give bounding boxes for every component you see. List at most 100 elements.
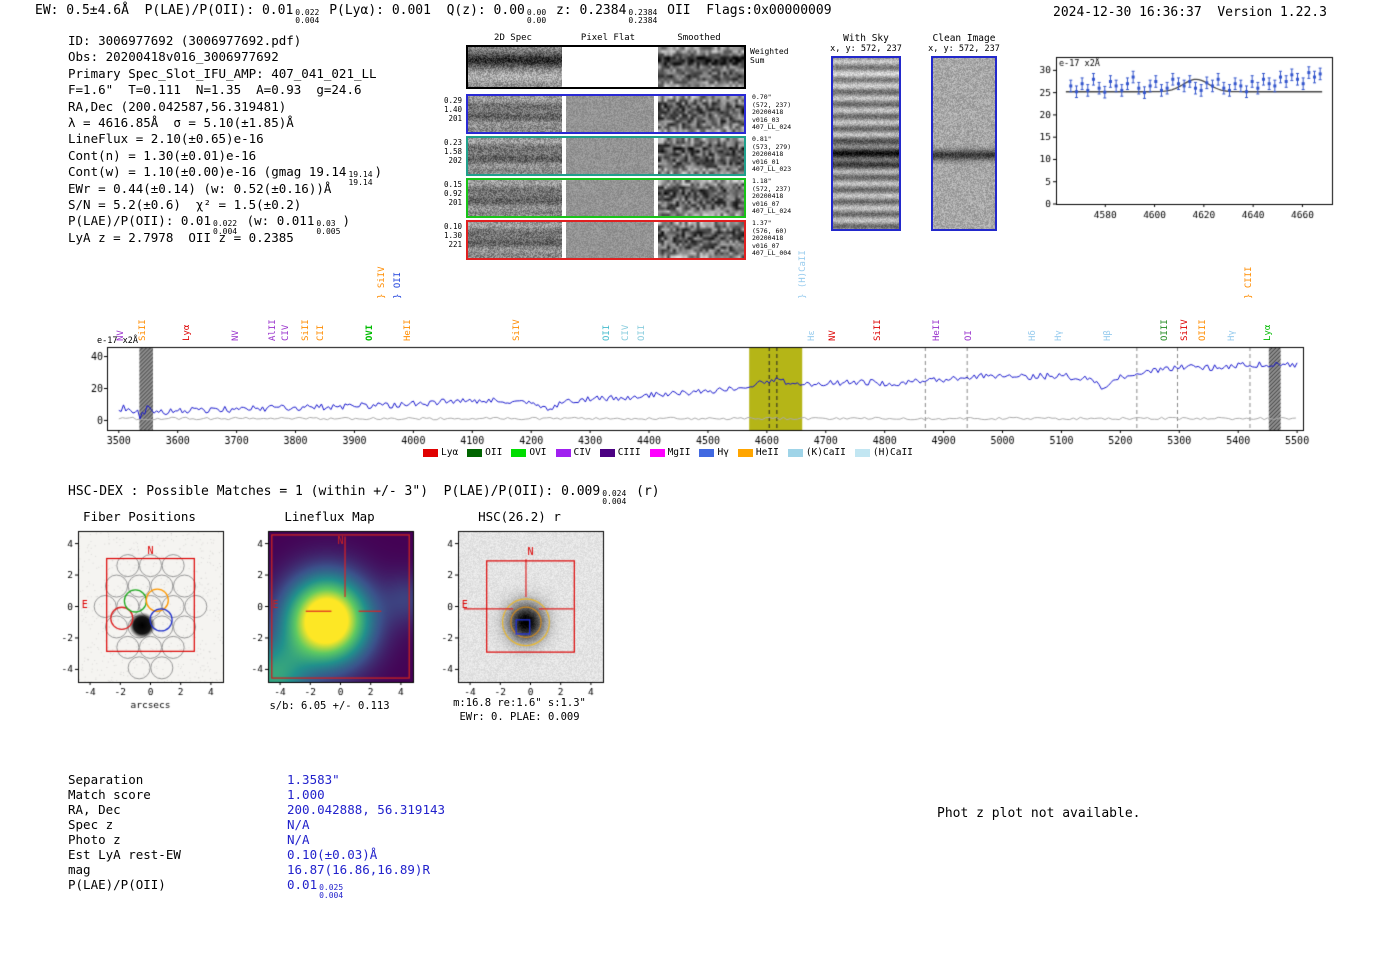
spec2d-image [566,180,654,216]
row-weight-labels: 0.231.58202 [434,138,462,165]
emission-line-label: OIII [1198,319,1208,341]
info-line: S/N = 5.2(±0.6) χ² = 1.5(±0.2) [68,197,382,213]
clean-image-coords: x, y: 572, 237 [928,44,1000,54]
emission-line-label: } CIII [1244,266,1254,299]
emission-line-label: } (H)CaII [798,250,808,299]
emission-line-label: OII [602,325,612,341]
text-segment: N/A [287,817,310,832]
match-field-label: Match score [68,787,287,802]
emission-line-labels: NVSiIILyαNVAlIICIVSiIICIIOVI} SiIV} OIIH… [85,255,1315,343]
match-field-label: P(LAE)/P(OII) [68,877,287,892]
fiber-positions-plot [52,526,227,714]
text-segment: P(Lyα): 0.001 Q(z): 0.00 [321,3,525,18]
row-weight-labels: 0.291.40201 [434,96,462,123]
info-line: Cont(n) = 1.30(±0.01)e-16 [68,148,382,164]
info-line: λ = 4616.85Å σ = 5.10(±1.85)Å [68,115,382,131]
match-field-value: 0.10(±0.03)Å [287,847,377,862]
info-line: Cont(w) = 1.10(±0.00)e-16 (gmag 19.1419.… [68,164,382,180]
spectrum-legend: LyαOIIOVICIVCIIIMgIIHγHeII(K)CaII(H)CaII [423,447,913,458]
legend-label: (H)CaII [873,447,913,458]
timestamp-version: 2024-12-30 16:36:37 Version 1.22.3 [1053,5,1327,20]
uncertainty-stack: 0.030.005 [316,220,340,236]
spec2d-image [468,180,562,216]
spec2d-fiber-row [466,94,746,134]
match-field-value: 1.3583" [287,772,340,787]
match-field-value: N/A [287,817,310,832]
text-segment: 16.87(16.86,16.89)R [287,862,430,877]
text-segment: Cont(n) = 1.30(±0.01)e-16 [68,148,256,163]
match-field-label: Separation [68,772,287,787]
spec2d-image [468,47,562,87]
with-sky-panel: With Sky x, y: 572, 237 [828,33,904,235]
row-source-labels: 0.70"(572, 237)20200418v016_03407_LL_024 [752,94,828,132]
with-sky-image [831,56,901,231]
row-source-labels: 1.18"(572, 237)20200418v016_07407_LL_024 [752,178,828,216]
lineflux-caption: s/b: 6.05 +/- 0.113 [242,700,417,712]
emission-line-label: CII [316,325,326,341]
text-segment: Cont(w) = 1.10(±0.00)e-16 (gmag 19.14 [68,164,346,179]
spec2d-fiber-row [466,220,746,260]
legend-item: CIII [600,447,641,458]
match-field-value: 1.000 [287,787,325,802]
legend-swatch [699,449,714,457]
summary-header: EW: 0.5±4.6Å P(LAE)/P(OII): 0.010.0220.0… [35,3,832,25]
info-line: EWr = 0.44(±0.14) (w: 0.52(±0.16))Å [68,181,382,197]
uncertainty-stack: 0.0220.004 [295,9,319,25]
match-field-label: Est LyA rest-EW [68,847,287,862]
legend-item: Lyα [423,447,458,458]
uncertainty-stack: 0.000.00 [527,9,546,25]
fiber-positions-title: Fiber Positions [52,509,227,524]
legend-label: CIII [618,447,641,458]
full-spectrum-plot [85,340,1315,458]
match-table-row: Est LyA rest-EW0.10(±0.03)Å [68,847,445,862]
text-segment: 0.01 [287,877,317,892]
spec2d-image [566,96,654,132]
emission-line-label: AlII [268,319,278,341]
hsc-caption-ewr: EWr: 0. PLAE: 0.009 [432,711,607,723]
clean-image [931,56,997,231]
emission-line-label: OIII [1160,319,1170,341]
legend-item: MgII [650,447,691,458]
row-source-labels: 0.81"(573, 279)20200418v016_01407_LL_023 [752,136,828,174]
emission-line-label: CIV [281,325,291,341]
match-table-row: Match score1.000 [68,787,445,802]
spec2d-image [566,47,654,87]
text-segment: 0.10(±0.03)Å [287,847,377,862]
emission-line-label: SiII [301,319,311,341]
match-table-row: Separation1.3583" [68,772,445,787]
legend-item: OVI [511,447,546,458]
emission-line-label: CIV [621,325,631,341]
text-segment: λ = 4616.85Å σ = 5.10(±1.85)Å [68,115,294,130]
spec2d-image [468,222,562,258]
lineflux-map-title: Lineflux Map [242,509,417,524]
spec2d-column-header: 2D Spec [466,33,560,43]
elixer-detection-report: EW: 0.5±4.6Å P(LAE)/P(OII): 0.010.0220.0… [0,0,1400,953]
legend-label: MgII [668,447,691,458]
text-segment: ) [342,213,350,228]
text-segment: S/N = 5.2(±0.6) χ² = 1.5(±0.2) [68,197,301,212]
legend-item: (K)CaII [788,447,846,458]
text-segment: Obs: 20200418v016_3006977692 [68,49,279,64]
match-table-row: Spec zN/A [68,817,445,832]
text-segment: 1.3583" [287,772,340,787]
spec2d-column-header: Smoothed [656,33,742,43]
legend-swatch [855,449,870,457]
match-field-value: 0.010.0250.004 [287,877,345,892]
text-segment: RA,Dec (200.042587,56.319481) [68,99,286,114]
info-line: LineFlux = 2.10(±0.65)e-16 [68,131,382,147]
hsc-cutout-image [432,526,607,714]
match-field-label: RA, Dec [68,802,287,817]
emission-line-label: } SiIV [377,266,387,299]
spec2d-image [658,222,744,258]
legend-swatch [600,449,615,457]
uncertainty-stack: 0.0240.004 [602,490,626,506]
clean-image-title: Clean Image [928,33,1000,44]
emission-line-label: SiIV [512,319,522,341]
info-line: P(LAE)/P(OII): 0.010.0220.004 (w: 0.0110… [68,213,382,229]
text-segment: LyA z = 2.7978 OII z = 0.2385 [68,230,294,245]
legend-swatch [788,449,803,457]
weighted-sum-label: WeightedSum [750,47,789,65]
spec2d-panel: 2D SpecPixel FlatSmoothedWeightedSum0.29… [466,33,746,265]
spec2d-weighted-row [466,45,746,89]
spec2d-image [566,138,654,174]
